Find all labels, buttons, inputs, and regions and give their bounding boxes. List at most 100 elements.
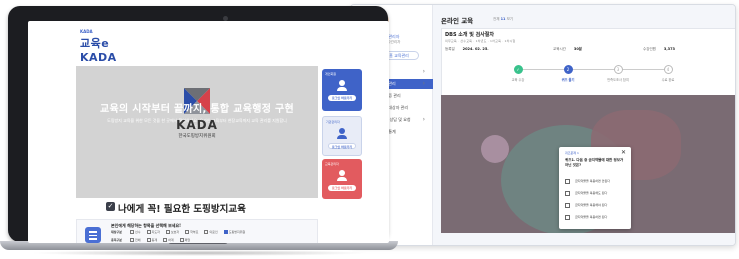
filter-option-label: 지도자 [151, 230, 160, 234]
admin-screen: 관리자 시도관리자 사용자관리자 홈 교육관리 운영›교육관리›수료증 관리교육… [350, 4, 736, 246]
login-button[interactable]: 로그인 바로가기 [328, 143, 356, 149]
checkbox[interactable] [565, 215, 570, 220]
close-icon[interactable]: ✕ [621, 149, 626, 156]
chevron-right-icon: › [422, 68, 425, 75]
checkbox[interactable] [165, 230, 170, 234]
filter-option-label: 의료인 [209, 230, 218, 234]
login-button[interactable]: 로그인 바로가기 [328, 95, 356, 101]
quiz-option-label: 금지약물을 복용해야 된다 [575, 203, 608, 207]
filter-option[interactable]: 도핑방지위원 [223, 230, 246, 234]
filter-option[interactable]: 동계 [146, 238, 158, 242]
logo-main: 교육e KADA [80, 37, 117, 64]
step-indicator: ✓ [513, 65, 523, 74]
site-logo[interactable]: KADA 교육e KADA [80, 29, 140, 64]
quiz-question: 퀴즈1. 다음 중 금지약물에 대한 정보가 아닌 것은? [565, 158, 624, 167]
info-duration: 교육시간 30분 [553, 47, 582, 51]
step-label: 수료 완료 [661, 78, 675, 82]
page-title: 온라인 교육 [441, 17, 474, 25]
steps-line [518, 69, 668, 70]
admin-main: 온라인 교육 전체 11 보기 DBS 소개 및 검사절차 의무교육 · 선수교… [433, 5, 735, 245]
chevron-right-icon: › [422, 116, 425, 123]
filter-option-label: 선수 [135, 230, 141, 234]
card-label: 교육관리자 [325, 162, 339, 166]
filter-option-label: 하계 [168, 238, 174, 242]
quiz-option[interactable]: 금지약물을 복용하면 된다 [565, 213, 625, 222]
filter-option[interactable]: 보호자 [165, 230, 180, 234]
filter-option[interactable]: 하계 [163, 238, 174, 242]
login-card-admin[interactable]: 교육관리자 로그인 바로가기 [322, 159, 362, 199]
checkbox[interactable] [565, 179, 570, 184]
filter-panel: 본인에게 해당하는 항목을 선택해 보세요! 대상구분 선수 지도자 보호자 학부모 의료… [76, 219, 318, 243]
quiz-modal: 퀴즈문제 1 ✕ 퀴즈1. 다음 중 금지약물에 대한 정보가 아닌 것은? 금… [559, 147, 631, 229]
chevron-right-icon: › [422, 80, 425, 87]
step-label: 교육 수강 [511, 78, 525, 82]
filter-heading: 본인에게 해당하는 항목을 선택해 보세요! [111, 223, 181, 228]
login-card-individual[interactable]: 개인회원 로그인 바로가기 [322, 69, 362, 111]
checkbox[interactable] [146, 238, 151, 242]
kada-wordmark: KADA [176, 118, 218, 132]
progress-step: 2 퀴즈 풀기 [548, 65, 588, 82]
course-title: DBS 소개 및 검사절차 [445, 32, 494, 38]
user-icon [336, 170, 348, 182]
card-label: 개인회원 [325, 72, 337, 76]
hero-banner: 교육의 시작부터 끝까지, 통합 교육행정 구현 도핑방지 교육을 위한 모든 … [76, 66, 318, 198]
step-indicator: 4 [663, 65, 673, 74]
user-icon [336, 128, 348, 140]
checkbox[interactable] [185, 230, 190, 234]
quiz-option[interactable]: 금지약물을 복용하면 안된다 [565, 177, 625, 186]
progress-step: 4 수료 완료 [648, 65, 688, 82]
laptop-shadow [30, 250, 370, 256]
section-title: 나에게 꼭! 필요한 도핑방지교육 [118, 204, 246, 215]
progress-step: 3 만족도조사 참여 [598, 65, 638, 82]
checkbox[interactable] [130, 230, 135, 234]
video-bg-ball [481, 135, 509, 163]
filter-row-label: 대상구분 [111, 230, 123, 234]
login-card-institution[interactable]: 기관관리자 로그인 바로가기 [322, 116, 362, 156]
checkbox[interactable] [565, 203, 570, 208]
filter-row: 종목구분 전체 동계 하계 패럴 [111, 238, 196, 242]
info-date: 등록일 2024. 02. 25. [445, 47, 489, 51]
checkbox[interactable] [163, 238, 168, 242]
filter-option-label: 동계 [151, 238, 158, 242]
quiz-option-label: 금지약물을 복용하면 안된다 [575, 179, 611, 183]
hero-title: 교육의 시작부터 끝까지, 통합 교육행정 구현 [99, 104, 294, 115]
step-indicator: 3 [613, 65, 623, 74]
card-label: 기관관리자 [326, 120, 340, 124]
step-label: 만족도조사 참여 [607, 78, 629, 82]
video-player[interactable]: 퀴즈문제 1 ✕ 퀴즈1. 다음 중 금지약물에 대한 정보가 아닌 것은? 금… [441, 95, 735, 233]
filter-option-label: 도핑방지위원 [228, 230, 246, 234]
progress-steps: ✓ 교육 수강 2 퀴즈 풀기 3 만족도조사 참여 4 수료 완료 [493, 65, 683, 93]
quiz-option-label: 금지약물을 복용해도 된다 [575, 191, 608, 195]
progress-step: ✓ 교육 수강 [498, 65, 538, 82]
info-count: 수강인원 3,373 [643, 47, 675, 51]
promo-composite: 관리자 시도관리자 사용자관리자 홈 교육관리 운영›교육관리›수료증 관리교육… [0, 0, 739, 259]
quiz-label: 퀴즈문제 1 [565, 151, 579, 155]
login-button[interactable]: 로그인 바로가기 [328, 185, 356, 191]
quiz-option[interactable]: 금지약물을 복용해야 된다 [565, 201, 625, 210]
filter-option[interactable]: 전체 [130, 238, 141, 242]
checkbox[interactable] [204, 230, 209, 234]
filter-row-label: 종목구분 [111, 238, 123, 242]
checkbox[interactable] [146, 230, 151, 234]
laptop-screen: KADA 교육e KADA 교육의 시작부터 끝까지, 통합 교육행정 구현 도… [28, 21, 389, 243]
page-count: 전체 11 보기 [493, 17, 514, 21]
filter-option[interactable]: 선수 [130, 230, 141, 234]
checkbox[interactable] [565, 191, 570, 196]
filter-option-label: 보호자 [170, 230, 180, 234]
logo-small: KADA [80, 29, 93, 34]
course-tags: 의무교육 · 선수교육 · 1차년도 · 1차교육 · 1차시험 [445, 39, 516, 43]
filter-option[interactable]: 지도자 [146, 230, 160, 234]
checkbox[interactable] [130, 238, 135, 242]
filter-row: 대상구분 선수 지도자 보호자 학부모 의료인 도핑방지위원 [111, 230, 251, 234]
list-icon [85, 227, 101, 243]
filter-option[interactable]: 학부모 [185, 230, 198, 234]
quiz-option[interactable]: 금지약물을 복용해도 된다 [565, 189, 625, 198]
checkbox[interactable] [223, 230, 228, 234]
filter-option[interactable]: 패럴 [179, 238, 190, 242]
checkbox[interactable] [179, 238, 184, 242]
filter-option[interactable]: 의료인 [204, 230, 218, 234]
kada-name: 한국도핑방지위원회 [178, 134, 216, 139]
step-label: 퀴즈 풀기 [561, 78, 575, 82]
filter-option-label: 학부모 [190, 230, 199, 234]
check-icon: ✓ [106, 202, 115, 211]
